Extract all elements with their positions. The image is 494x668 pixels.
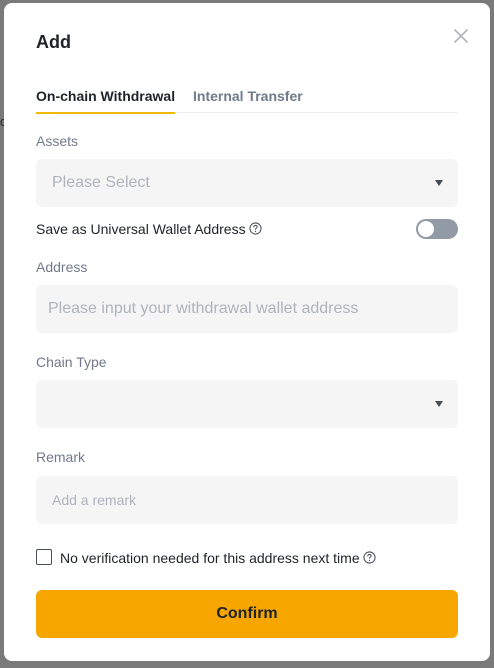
tab-internal-transfer[interactable]: Internal Transfer (193, 87, 303, 113)
help-icon[interactable] (363, 551, 376, 564)
universal-wallet-row: Save as Universal Wallet Address (36, 219, 458, 239)
remark-input[interactable] (36, 476, 458, 524)
help-icon[interactable] (248, 222, 262, 235)
tab-bar: On-chain Withdrawal Internal Transfer (36, 87, 458, 114)
no-verification-label-text: No verification needed for this address … (60, 550, 360, 566)
remark-label: Remark (36, 449, 86, 465)
close-button[interactable] (449, 24, 473, 48)
address-label: Address (36, 259, 88, 275)
chain-type-select[interactable] (36, 380, 458, 428)
chain-type-label: Chain Type (36, 354, 107, 370)
assets-placeholder: Please Select (52, 174, 150, 191)
caret-down-icon (435, 180, 443, 186)
assets-label: Assets (36, 133, 79, 149)
no-verification-label: No verification needed for this address … (60, 550, 376, 566)
universal-wallet-toggle[interactable] (416, 219, 458, 239)
caret-down-icon (435, 401, 443, 407)
assets-select[interactable]: Please Select (36, 159, 458, 207)
toggle-knob (418, 221, 434, 237)
universal-wallet-label-text: Save as Universal Wallet Address (36, 221, 246, 237)
close-icon (454, 29, 468, 43)
no-verification-checkbox[interactable] (36, 549, 52, 565)
dialog-title: Add (36, 32, 71, 52)
address-input[interactable] (36, 285, 458, 333)
confirm-button[interactable]: Confirm (36, 590, 458, 638)
universal-wallet-label: Save as Universal Wallet Address (36, 221, 262, 237)
tab-on-chain-withdrawal[interactable]: On-chain Withdrawal (36, 87, 176, 114)
no-verification-row: No verification needed for this address … (36, 548, 458, 568)
add-address-dialog: Add On-chain Withdrawal Internal Transfe… (4, 3, 490, 661)
